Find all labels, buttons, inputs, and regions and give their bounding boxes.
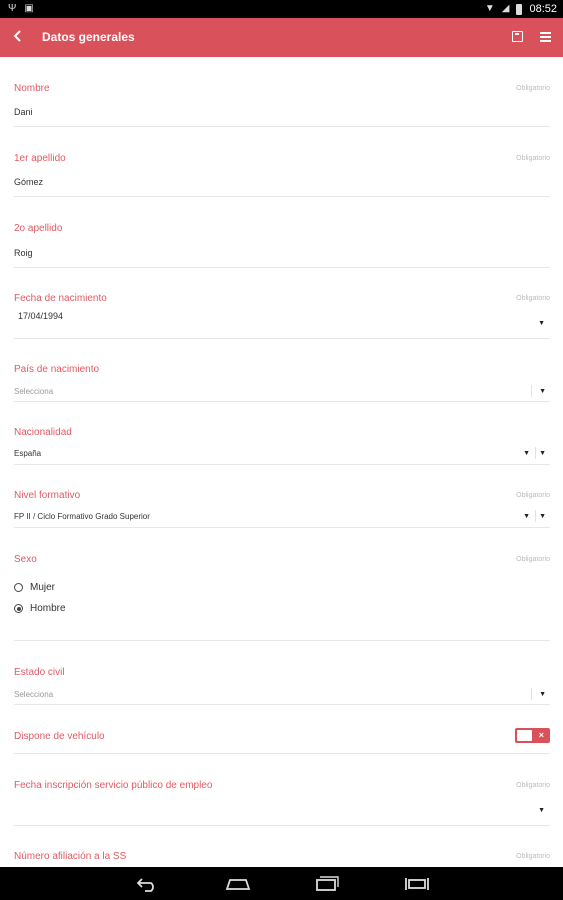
field-label: Nombre — [14, 83, 50, 94]
field-nivel-formativo: Nivel formativo Obligatorio FP II / Cicl… — [14, 490, 550, 530]
field-label: Nivel formativo — [14, 490, 81, 501]
required-hint: Obligatorio — [516, 155, 550, 162]
page-title: Datos generales — [42, 30, 135, 44]
field-label: Estado civil — [14, 667, 65, 678]
back-arrow-icon[interactable] — [11, 29, 27, 45]
select-separator — [531, 385, 532, 397]
select-separator — [535, 447, 536, 459]
divider — [14, 753, 550, 754]
status-bar: Ψ ▣ ▼ ◢ 08:52 — [0, 0, 563, 18]
field-label: 2o apellido — [14, 223, 63, 234]
field-label: Número afiliación a la SS — [14, 851, 127, 862]
required-hint: Obligatorio — [516, 782, 550, 789]
vehiculo-toggle[interactable]: × — [515, 728, 550, 743]
nav-home-icon[interactable] — [224, 875, 252, 893]
sd-card-icon: ▣ — [24, 3, 34, 14]
navigation-bar — [0, 867, 563, 900]
field-estado-civil: Estado civil Selecciona ▼ — [14, 667, 550, 707]
dropdown-arrow-icon[interactable]: ▼ — [538, 320, 545, 327]
select-separator — [531, 688, 532, 700]
close-icon: × — [538, 730, 544, 740]
dropdown-arrow-icon[interactable]: ▼ — [523, 450, 530, 457]
field-vehiculo: Dispone de vehículo × — [14, 728, 550, 755]
required-hint: Obligatorio — [516, 556, 550, 563]
dropdown-arrow-icon[interactable]: ▼ — [523, 513, 530, 520]
field-label: 1er apellido — [14, 153, 66, 164]
required-hint: Obligatorio — [516, 295, 550, 302]
clock: 08:52 — [529, 3, 557, 15]
field-label: Fecha inscripción servicio público de em… — [14, 780, 213, 791]
toggle-knob — [517, 730, 532, 741]
select-separator — [535, 510, 536, 522]
radio-hombre[interactable]: Hombre — [14, 603, 66, 614]
divider — [14, 126, 550, 127]
no-signal-icon: ◢ — [501, 3, 510, 14]
divider — [14, 464, 550, 465]
divider — [14, 338, 550, 339]
general-data-form: Nombre Obligatorio Dani 1er apellido Obl… — [0, 57, 563, 867]
dropdown-arrow-icon[interactable]: ▼ — [539, 691, 546, 698]
field-nombre: Nombre Obligatorio Dani — [14, 83, 550, 128]
field-sexo: Sexo Obligatorio Mujer Hombre — [14, 554, 550, 642]
divider — [14, 527, 550, 528]
divider — [14, 267, 550, 268]
nacionalidad-select[interactable]: España — [14, 449, 41, 458]
field-label: Nacionalidad — [14, 427, 72, 438]
radio-label: Mujer — [30, 582, 56, 593]
save-icon[interactable] — [512, 31, 523, 42]
divider — [14, 640, 550, 641]
field-nacionalidad: Nacionalidad España ▼ ▼ — [14, 427, 550, 467]
field-fecha-inscripcion: Fecha inscripción servicio público de em… — [14, 780, 550, 828]
dropdown-arrow-icon[interactable]: ▼ — [539, 513, 546, 520]
field-apellido1: 1er apellido Obligatorio Gómez — [14, 153, 550, 198]
field-apellido2: 2o apellido Roig — [14, 223, 550, 268]
radio-checked-icon — [14, 604, 23, 613]
dropdown-arrow-icon[interactable]: ▼ — [538, 807, 545, 814]
dropdown-arrow-icon[interactable]: ▼ — [539, 450, 546, 457]
nombre-input[interactable]: Dani — [14, 107, 33, 117]
radio-mujer[interactable]: Mujer — [14, 582, 55, 593]
field-pais-nacimiento: País de nacimiento Selecciona ▼ — [14, 364, 550, 404]
divider — [14, 196, 550, 197]
nav-back-icon[interactable] — [136, 875, 158, 893]
pais-nacimiento-select[interactable]: Selecciona — [14, 387, 53, 396]
nav-recent-apps-icon[interactable] — [314, 875, 340, 893]
field-fecha-nacimiento: Fecha de nacimiento Obligatorio 17/04/19… — [14, 293, 550, 341]
field-afiliacion: Número afiliación a la SS Obligatorio — [14, 851, 550, 867]
field-label: Fecha de nacimiento — [14, 293, 107, 304]
wifi-icon: ▼ — [484, 3, 495, 14]
menu-icon[interactable] — [540, 32, 551, 42]
field-label: Dispone de vehículo — [14, 731, 105, 742]
required-hint: Obligatorio — [516, 492, 550, 499]
apellido1-input[interactable]: Gómez — [14, 177, 43, 187]
divider — [14, 401, 550, 402]
fecha-nacimiento-input[interactable]: 17/04/1994 — [18, 311, 63, 321]
required-hint: Obligatorio — [516, 85, 550, 92]
estado-civil-select[interactable]: Selecciona — [14, 690, 53, 699]
required-hint: Obligatorio — [516, 853, 550, 860]
divider — [14, 704, 550, 705]
apellido2-input[interactable]: Roig — [14, 248, 33, 258]
usb-icon: Ψ — [8, 3, 17, 14]
radio-label: Hombre — [30, 603, 66, 614]
radio-unchecked-icon — [14, 583, 23, 592]
nav-screen-resize-icon[interactable] — [405, 875, 429, 893]
field-label: Sexo — [14, 554, 37, 565]
nivel-formativo-select[interactable]: FP II / Ciclo Formativo Grado Superior — [14, 512, 150, 521]
app-bar: Datos generales — [0, 18, 563, 57]
divider — [14, 825, 550, 826]
field-label: País de nacimiento — [14, 364, 100, 375]
battery-icon — [516, 3, 523, 15]
dropdown-arrow-icon[interactable]: ▼ — [539, 388, 546, 395]
